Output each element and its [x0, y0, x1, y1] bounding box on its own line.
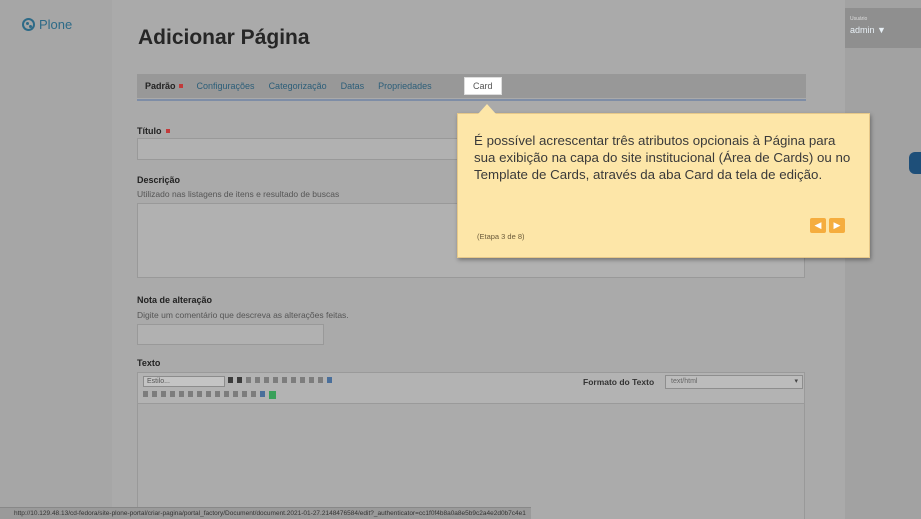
undo-icon[interactable]	[143, 391, 148, 397]
rich-text-editor[interactable]	[137, 404, 805, 519]
superscript-icon[interactable]	[233, 391, 238, 397]
subscript-icon[interactable]	[224, 391, 229, 397]
arrow-right-icon: ▶	[833, 220, 841, 230]
status-bar-url: http://10.129.48.13/cd-fedora/site-plone…	[0, 507, 531, 519]
numbered-list-icon[interactable]	[291, 377, 296, 383]
tab-configuracoes[interactable]: Configurações	[197, 81, 255, 91]
user-menu[interactable]: Usuário admin ▼	[845, 8, 921, 48]
tab-categorizacao[interactable]: Categorização	[269, 81, 327, 91]
italic-icon[interactable]	[237, 377, 242, 383]
main-content: Adicionar Página Padrão Configurações Ca…	[112, 0, 845, 519]
tour-pointer	[478, 104, 496, 114]
tab-datas[interactable]: Datas	[341, 81, 365, 91]
bullet-list-icon[interactable]	[282, 377, 287, 383]
hr-icon[interactable]	[251, 391, 256, 397]
tour-step-indicator: (Etapa 3 de 8)	[477, 232, 525, 241]
source-icon[interactable]	[269, 391, 276, 399]
text-format-label: Formato do Texto	[583, 377, 655, 387]
toolbar-row-2	[143, 391, 276, 399]
style-select[interactable]: Estilo...	[143, 376, 225, 387]
bold-icon[interactable]	[228, 377, 233, 383]
nota-label: Nota de alteração	[137, 295, 213, 305]
row-icon[interactable]	[179, 391, 184, 397]
align-justify-icon[interactable]	[273, 377, 278, 383]
nota-input[interactable]	[137, 324, 324, 345]
feedback-tab[interactable]	[909, 152, 921, 174]
user-name: admin ▼	[850, 25, 886, 35]
tab-padrao[interactable]: Padrão	[145, 81, 183, 91]
texto-label: Texto	[137, 358, 161, 368]
user-caption: Usuário	[850, 16, 868, 22]
media-icon[interactable]	[260, 391, 265, 397]
text-format-select[interactable]: text/html	[665, 375, 803, 389]
cell-icon[interactable]	[197, 391, 202, 397]
align-right-icon[interactable]	[264, 377, 269, 383]
tour-popup: É possível acrescentar três atributos op…	[457, 104, 870, 258]
required-marker	[165, 129, 170, 133]
outdent-icon[interactable]	[300, 377, 305, 383]
tour-prev-button[interactable]: ◀	[810, 218, 826, 233]
titulo-label-text: Título	[137, 126, 162, 136]
required-marker	[178, 84, 183, 88]
editor-toolbar: Estilo... Formato do Texto text/html ▾	[137, 372, 805, 404]
tab-propriedades[interactable]: Propriedades	[378, 81, 432, 91]
char-icon[interactable]	[242, 391, 247, 397]
plone-logo-icon	[22, 18, 35, 31]
tab-card[interactable]: Card	[464, 77, 502, 95]
image-icon[interactable]	[318, 377, 323, 383]
toolbar-row-1	[228, 377, 332, 383]
tour-next-button[interactable]: ▶	[829, 218, 845, 233]
left-sidebar: Plone	[0, 0, 112, 519]
align-center-icon[interactable]	[255, 377, 260, 383]
arrow-left-icon: ◀	[814, 220, 822, 230]
tour-navigation: ◀ ▶	[810, 218, 845, 233]
table-icon[interactable]	[170, 391, 175, 397]
plone-logo-text: Plone	[39, 17, 73, 32]
tab-padrao-label: Padrão	[145, 81, 176, 91]
titulo-label: Título	[137, 126, 170, 136]
redo-icon[interactable]	[152, 391, 157, 397]
anchor-icon[interactable]	[161, 391, 166, 397]
column-icon[interactable]	[188, 391, 193, 397]
tour-text: É possível acrescentar três atributos op…	[474, 133, 851, 182]
page-title: Adicionar Página	[138, 26, 310, 49]
edit-tabs: Padrão Configurações Categorização Datas…	[137, 74, 806, 101]
link-icon[interactable]	[327, 377, 332, 383]
nota-help: Digite um comentário que descreva as alt…	[137, 310, 349, 320]
descricao-label: Descrição	[137, 175, 181, 185]
plone-logo[interactable]: Plone	[22, 17, 72, 32]
align-left-icon[interactable]	[246, 377, 251, 383]
split-icon[interactable]	[215, 391, 220, 397]
descricao-help: Utilizado nas listagens de itens e resul…	[137, 189, 340, 199]
merge-icon[interactable]	[206, 391, 211, 397]
right-sidebar: Usuário admin ▼	[845, 0, 921, 519]
indent-icon[interactable]	[309, 377, 314, 383]
